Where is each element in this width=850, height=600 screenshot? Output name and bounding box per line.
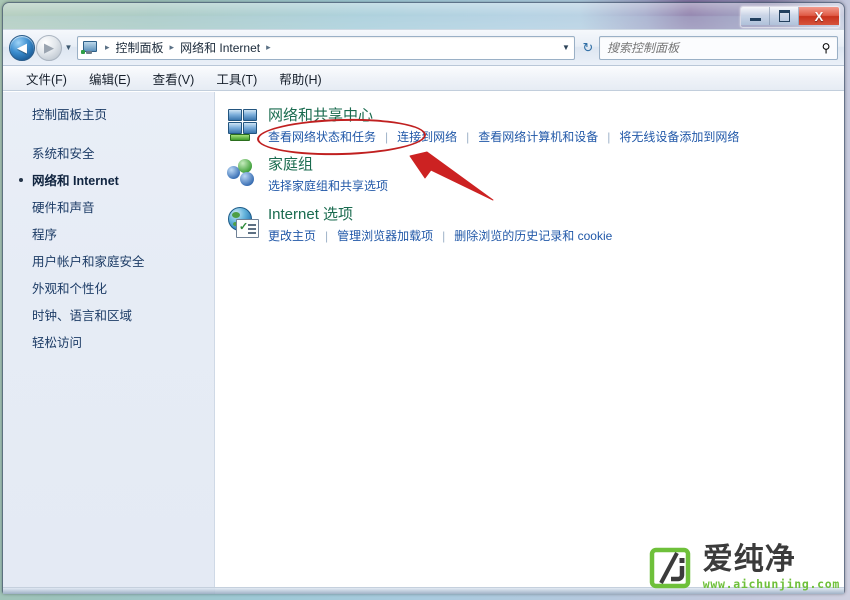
breadcrumb-control-panel[interactable]: 控制面板 [114,39,166,56]
control-panel-window: X ◀ ▶ ▼ ▸ 控制面板 ▸ 网络和 Internet ▸ ▼ ↻ 搜索控制… [2,2,845,594]
search-box[interactable]: ⚲ [599,35,838,60]
category-homegroup: 家庭组 选择家庭组和共享选项 [227,155,844,194]
link-separator: | [466,129,470,144]
recent-locations-button[interactable]: ▼ [62,38,75,58]
sidebar-item-appearance[interactable]: 外观和个性化 [3,274,214,301]
watermark-name: 爱纯净 [702,542,796,578]
link-change-homepage[interactable]: 更改主页 [268,227,316,244]
link-separator: | [325,228,329,243]
sidebar-item-programs[interactable]: 程序 [3,220,214,247]
address-dropdown-button[interactable]: ▼ [558,43,574,52]
window-caption-buttons: X [740,6,840,28]
sidebar-item-user-accounts[interactable]: 用户帐户和家庭安全 [3,247,214,274]
link-view-network-status[interactable]: 查看网络状态和任务 [268,128,376,145]
homegroup-icon [227,157,261,191]
watermark-url: www.aichunjing.com [702,577,840,592]
category-internet-options: ✓ Internet 选项 更改主页 | 管理浏览器加载项 | 删除浏览的历史记… [227,205,844,244]
link-add-wireless-device[interactable]: 将无线设备添加到网络 [619,128,739,145]
sidebar-item-label: 外观和个性化 [32,282,108,296]
close-icon: X [814,8,824,24]
window-titlebar: X [3,3,844,30]
link-connect-to-network[interactable]: 连接到网络 [397,128,457,145]
menu-bar: 文件(F) 编辑(E) 查看(V) 工具(T) 帮助(H) [3,66,844,91]
search-icon[interactable]: ⚲ [815,41,837,55]
sidebar-item-label: 硬件和声音 [32,201,95,215]
link-separator: | [385,129,389,144]
sidebar-item-label: 用户帐户和家庭安全 [32,255,145,269]
navigation-sidebar: 控制面板主页 系统和安全 网络和 Internet 硬件和声音 程序 用户帐户和… [3,92,215,594]
category-title-network-sharing-center[interactable]: 网络和共享中心 [268,107,739,125]
sidebar-item-control-panel-home[interactable]: 控制面板主页 [3,101,214,126]
current-item-bullet-icon [19,177,23,182]
sidebar-item-clock-language-region[interactable]: 时钟、语言和区域 [3,301,214,328]
sidebar-item-ease-of-access[interactable]: 轻松访问 [3,328,214,355]
sidebar-item-hardware-sound[interactable]: 硬件和声音 [3,193,214,220]
breadcrumb-network-internet[interactable]: 网络和 Internet [178,39,262,56]
sidebar-item-label: 网络和 Internet [32,174,119,188]
menu-edit[interactable]: 编辑(E) [78,67,142,90]
close-button[interactable]: X [799,7,839,25]
maximize-button[interactable] [770,7,799,25]
minimize-icon [749,18,761,21]
menu-help[interactable]: 帮助(H) [268,67,332,90]
network-sharing-center-icon [227,108,261,142]
menu-view[interactable]: 查看(V) [142,67,206,90]
back-arrow-icon: ◀ [17,40,27,55]
sidebar-item-label: 轻松访问 [32,336,83,350]
menu-tools[interactable]: 工具(T) [205,67,268,90]
navigation-bar: ◀ ▶ ▼ ▸ 控制面板 ▸ 网络和 Internet ▸ ▼ ↻ 搜索控制面板… [3,30,844,66]
aichunjing-logo-icon [649,547,691,589]
address-breadcrumb-bar[interactable]: ▸ 控制面板 ▸ 网络和 Internet ▸ ▼ [77,35,575,60]
back-button[interactable]: ◀ [9,34,35,61]
sidebar-item-system-security[interactable]: 系统和安全 [3,139,214,166]
minimize-button[interactable] [741,7,770,25]
category-title-internet-options[interactable]: Internet 选项 [268,206,612,224]
menu-file[interactable]: 文件(F) [15,67,78,90]
forward-button[interactable]: ▶ [36,34,62,61]
refresh-icon: ↻ [582,39,594,55]
sidebar-item-label: 系统和安全 [32,147,95,161]
link-separator: | [607,129,611,144]
breadcrumb-separator-icon: ▸ [105,42,110,52]
link-choose-homegroup-options[interactable]: 选择家庭组和共享选项 [268,177,388,194]
link-manage-browser-addons[interactable]: 管理浏览器加载项 [337,227,433,244]
category-network-sharing-center: 网络和共享中心 查看网络状态和任务 | 连接到网络 | 查看网络计算机和设备 |… [227,106,844,145]
content-area: 网络和共享中心 查看网络状态和任务 | 连接到网络 | 查看网络计算机和设备 |… [215,92,844,594]
category-links-homegroup: 选择家庭组和共享选项 [268,177,388,194]
link-separator: | [442,228,446,243]
category-links-internet-options: 更改主页 | 管理浏览器加载项 | 删除浏览的历史记录和 cookie [268,227,612,244]
window-body: 控制面板主页 系统和安全 网络和 Internet 硬件和声音 程序 用户帐户和… [3,91,844,594]
search-input[interactable] [600,39,815,56]
sidebar-item-label: 时钟、语言和区域 [32,309,133,323]
forward-arrow-icon: ▶ [44,40,54,55]
chevron-down-icon: ▼ [64,43,73,52]
breadcrumb-separator-icon: ▸ [266,42,271,52]
watermark: 爱纯净 www.aichunjing.com [646,544,840,592]
category-title-homegroup[interactable]: 家庭组 [268,156,388,174]
window-client-area: ◀ ▶ ▼ ▸ 控制面板 ▸ 网络和 Internet ▸ ▼ ↻ 搜索控制面板… [3,29,844,594]
refresh-button[interactable]: ↻ [577,37,599,59]
sidebar-category-list: 系统和安全 网络和 Internet 硬件和声音 程序 用户帐户和家庭安全 外观… [3,139,214,355]
computer-icon [81,40,99,56]
link-delete-browsing-history[interactable]: 删除浏览的历史记录和 cookie [454,227,612,244]
sidebar-item-network-internet[interactable]: 网络和 Internet [3,166,214,193]
breadcrumb-separator-icon: ▸ [169,42,175,52]
sidebar-item-label: 程序 [32,228,58,242]
maximize-icon [778,10,790,22]
link-view-network-computers[interactable]: 查看网络计算机和设备 [478,128,598,145]
category-links-network-sharing-center: 查看网络状态和任务 | 连接到网络 | 查看网络计算机和设备 | 将无线设备添加… [268,128,739,145]
internet-options-icon: ✓ [227,207,261,241]
